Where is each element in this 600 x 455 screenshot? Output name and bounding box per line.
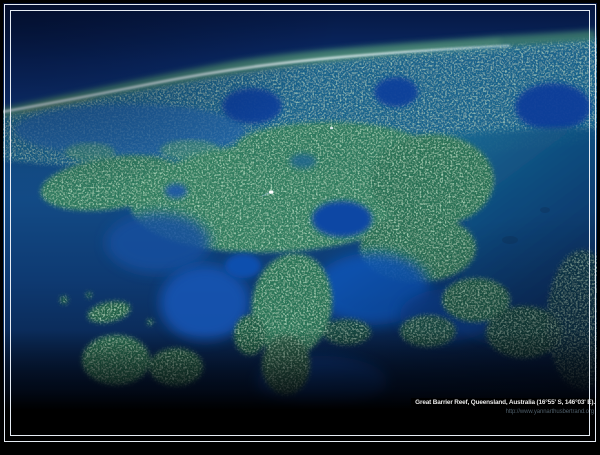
caption-title: Great Barrier Reef, Queensland, Australi… [411,398,598,407]
photo-caption: Great Barrier Reef, Queensland, Australi… [411,392,598,415]
reef-blue-hole [225,254,261,278]
wallpaper-photo [0,0,600,450]
reef-photo-canvas [0,0,600,450]
blue-hole [515,83,591,131]
vignette-top-left [0,0,340,200]
caption-url: http://www.yannarthusbertrand.org [411,409,598,415]
blue-hole [374,77,418,107]
